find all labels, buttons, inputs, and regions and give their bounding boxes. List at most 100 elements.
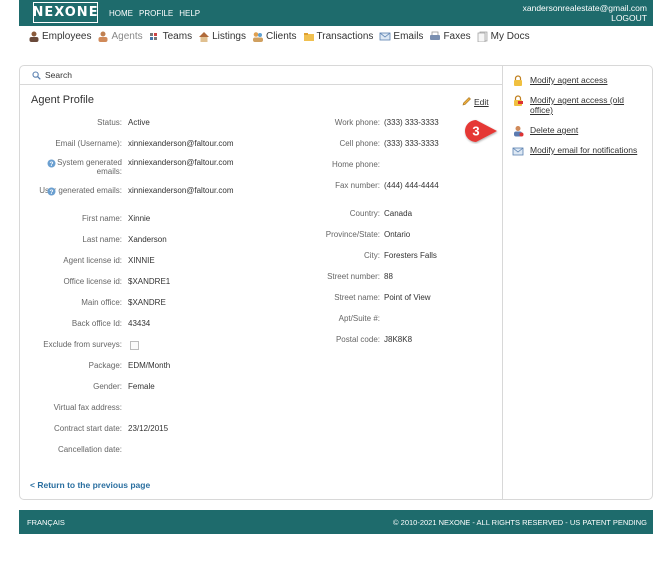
actions-column: Modify agent access Modify agent access … [503, 66, 653, 499]
field-value: Canada [384, 209, 413, 218]
edit-button[interactable]: Edit [461, 96, 489, 107]
top-nav: HOME PROFILE HELP [109, 9, 200, 18]
clients-icon [252, 32, 263, 42]
field-value: 43434 [128, 319, 151, 328]
field-label: Apt/Suite #: [338, 314, 380, 323]
field-value: Point of View [384, 293, 431, 302]
field-label: Street name: [334, 293, 380, 302]
delete-user-icon [514, 126, 524, 137]
footer: FRANÇAIS © 2010-2021 NEXONE - ALL RIGHTS… [19, 510, 653, 534]
nav-agents[interactable]: Agents [97, 31, 143, 42]
return-link[interactable]: < Return to the previous page [30, 480, 150, 490]
account-email: xandersonrealestate@gmail.com [522, 3, 647, 13]
field-label: Back office Id: [71, 319, 122, 328]
step-badge: 3 [465, 120, 497, 142]
exclude-surveys-checkbox[interactable] [130, 341, 139, 350]
field-label: Contract start date: [53, 424, 122, 433]
field-value: Active [128, 118, 150, 127]
nav-my-docs[interactable]: My Docs [477, 31, 530, 42]
help-icon[interactable]: ? [47, 159, 56, 168]
field-value: Xinnie [128, 214, 151, 223]
delete-agent-link[interactable]: Delete agent [512, 125, 578, 137]
field-label: Fax number: [335, 181, 380, 190]
nav-faxes[interactable]: Faxes [429, 31, 471, 42]
copyright-text: © 2010-2021 NEXONE - ALL RIGHTS RESERVED… [393, 518, 647, 527]
search-icon [32, 70, 41, 80]
nav-label: Agents [111, 31, 143, 42]
field-label: Status: [97, 118, 122, 127]
language-link[interactable]: FRANÇAIS [27, 518, 65, 527]
action-label: Modify agent access (old office) [530, 95, 625, 115]
field-label: Province/State: [325, 230, 380, 239]
modify-agent-access-link[interactable]: Modify agent access [512, 75, 607, 87]
profile-column: Search Agent Profile Edit Status: Active E… [20, 66, 503, 499]
field-value: 88 [384, 272, 393, 281]
field-value: Xanderson [128, 235, 167, 244]
field-label: First name: [81, 214, 122, 223]
search-label: Search [45, 70, 72, 80]
field-label: Exclude from surveys: [43, 340, 122, 349]
nav-home[interactable]: HOME [109, 9, 133, 18]
transactions-icon [303, 33, 314, 41]
help-icon[interactable]: ? [47, 187, 56, 196]
nav-transactions[interactable]: Transactions [303, 31, 373, 42]
nav-employees[interactable]: Employees [28, 31, 91, 42]
field-value: xinniexanderson@faltour.com [128, 186, 234, 195]
logout-link[interactable]: LOGOUT [523, 13, 647, 23]
nav-emails[interactable]: Emails [379, 31, 423, 42]
field-label: Main office: [81, 298, 122, 307]
field-value: Foresters Falls [384, 251, 437, 260]
edit-label: Edit [474, 96, 489, 107]
field-value: 23/12/2015 [128, 424, 169, 433]
pencil-icon [462, 97, 471, 106]
account-area: xandersonrealestate@gmail.com LOGOUT [523, 3, 647, 23]
faxes-icon [430, 31, 441, 40]
modify-email-notifications-link[interactable]: Modify email for notifications [512, 145, 637, 157]
page-title: Agent Profile [31, 94, 94, 106]
field-label: Last name: [82, 235, 122, 244]
field-label: City: [364, 251, 380, 260]
teams-icon [149, 33, 157, 40]
field-value: $XANDRE1 [128, 277, 171, 286]
nav-label: Teams [162, 31, 193, 42]
lock-icon [514, 75, 522, 86]
nav-teams[interactable]: Teams [149, 31, 192, 42]
nav-label: My Docs [490, 31, 530, 42]
field-value: xinniexanderson@faltour.com [128, 139, 234, 148]
docs-icon [477, 31, 488, 42]
search-bar[interactable]: Search [20, 66, 502, 85]
nav-help[interactable]: HELP [179, 9, 200, 18]
nexone-logo[interactable]: NEXONE [32, 2, 98, 23]
nav-label: Faxes [443, 31, 471, 42]
field-value: (333) 333-3333 [384, 118, 439, 127]
field-label: System generated emails: [57, 158, 122, 176]
action-label: Modify email for notifications [530, 145, 638, 155]
main-nav: Employees Agents Teams Listings Clients … [28, 31, 530, 42]
field-label: Postal code: [335, 335, 380, 344]
agents-icon [98, 31, 108, 42]
field-label: Virtual fax address: [53, 403, 122, 412]
svg-text:?: ? [50, 161, 54, 168]
field-label: Home phone: [331, 160, 380, 169]
action-label: Delete agent [530, 125, 579, 135]
field-label: Office license id: [63, 277, 122, 286]
action-label: Modify agent access [530, 75, 608, 85]
field-value: xinniexanderson@faltour.com [128, 158, 234, 167]
step-number: 3 [472, 124, 479, 139]
listings-icon [199, 32, 210, 42]
field-label: Country: [349, 209, 380, 218]
envelope-icon [512, 147, 524, 156]
field-value: J8K8K8 [384, 335, 413, 344]
field-label: Cancellation date: [57, 445, 122, 454]
lock-edit-icon [514, 95, 523, 106]
svg-text:?: ? [50, 189, 54, 196]
nav-profile[interactable]: PROFILE [139, 9, 173, 18]
field-value: XINNIE [128, 256, 155, 265]
field-value: (444) 444-4444 [384, 181, 439, 190]
nav-clients[interactable]: Clients [252, 31, 297, 42]
top-bar: NEXONE HOME PROFILE HELP xandersonreales… [19, 0, 653, 26]
modify-agent-access-old-office-link[interactable]: Modify agent access (old office) [512, 95, 647, 115]
field-label: Work phone: [334, 118, 380, 127]
nav-listings[interactable]: Listings [198, 31, 246, 42]
field-value: EDM/Month [128, 361, 171, 370]
